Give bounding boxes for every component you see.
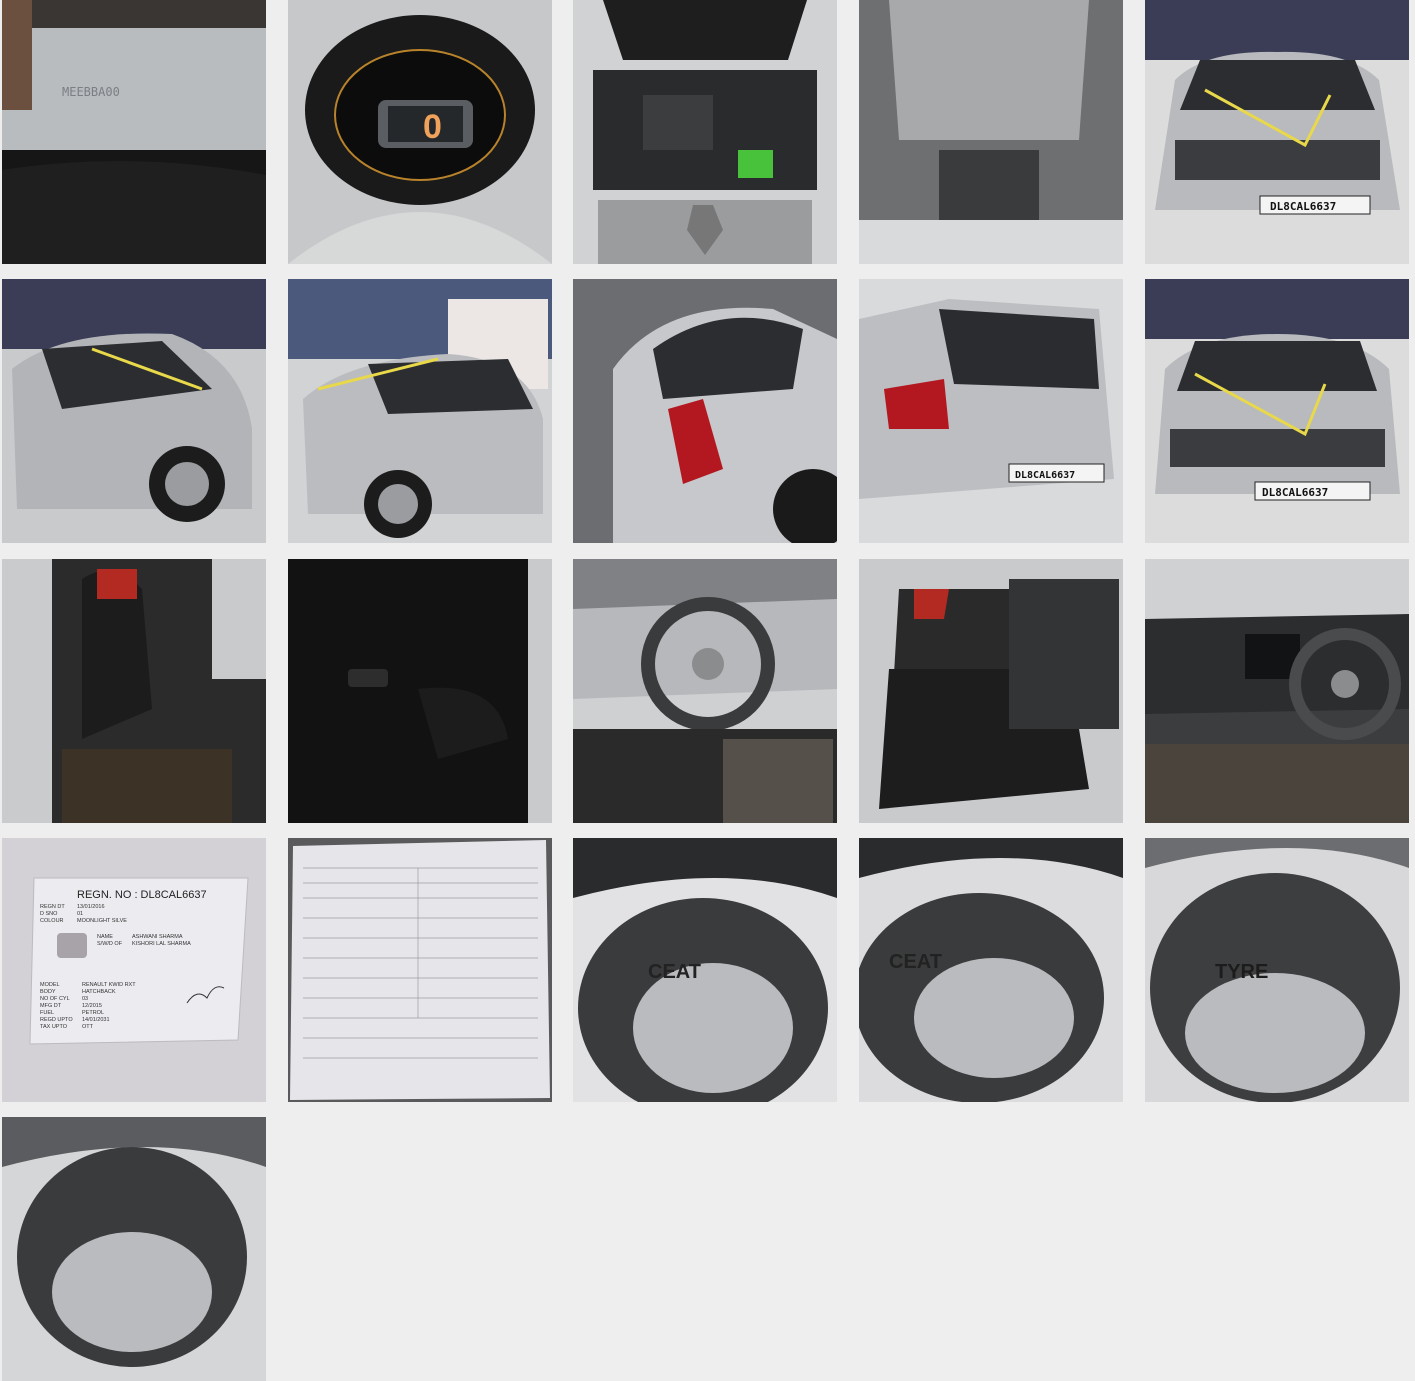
field-value: 01 [77, 911, 83, 917]
dashboard-photo[interactable] [1145, 559, 1409, 823]
field-value: OTT [82, 1024, 94, 1030]
field-label: MFG DT [40, 1003, 62, 1009]
door-panel-photo[interactable] [288, 559, 552, 823]
field-label: FUEL [40, 1010, 54, 1016]
field-label: MODEL [40, 982, 60, 988]
field-value: KISHORI LAL SHARMA [132, 941, 191, 947]
tyre-front-right-photo[interactable]: CEAT [859, 838, 1123, 1102]
field-label: TAX UPTO [40, 1024, 68, 1030]
document-photo[interactable] [288, 838, 552, 1102]
instrument-cluster-photo[interactable]: 0 [288, 0, 552, 264]
dashboard-driver-photo[interactable] [573, 559, 837, 823]
front-left-view-photo[interactable] [2, 279, 266, 543]
field-value: MOONLIGHT SILVE [77, 918, 127, 924]
front-left-angle-photo[interactable] [288, 279, 552, 543]
registration-number-title: REGN. NO : DL8CAL6637 [77, 889, 207, 901]
plate-text: DL8CAL6637 [1270, 200, 1336, 213]
field-value: 03 [82, 996, 88, 1002]
engine-bay-photo[interactable] [573, 0, 837, 264]
registration-card-photo[interactable]: REGN. NO : DL8CAL6637 REGN DT 13/01/2016… [2, 838, 266, 1102]
field-label: COLOUR [40, 918, 64, 924]
plate-text: DL8CAL6637 [1262, 486, 1328, 499]
field-value: 12/2015 [82, 1003, 102, 1009]
tyre-brand-text: CEAT [648, 961, 701, 983]
rear-view-photo[interactable]: DL8CAL6637 [859, 279, 1123, 543]
field-label: D SNO [40, 911, 58, 917]
plate-text: DL8CAL6637 [1015, 470, 1075, 481]
field-value: 14/01/2031 [82, 1017, 110, 1023]
tyre-rear-left-photo[interactable]: TYRE [1145, 838, 1409, 1102]
tyre-text: TYRE [1215, 961, 1268, 983]
tyre-rear-right-photo[interactable] [2, 1117, 266, 1381]
field-label: NO OF CYL [40, 996, 70, 1002]
field-value: RENAULT KWID RXT [82, 982, 136, 988]
field-label: BODY [40, 989, 56, 995]
photo-gallery: MEEBBA00 0 DL8CAL6637 DL8CAL6637 DL8CAL6… [0, 0, 1415, 1381]
chassis-number-photo[interactable]: MEEBBA00 [2, 0, 266, 264]
underbody-photo[interactable] [859, 0, 1123, 264]
rear-seat-photo[interactable] [859, 559, 1123, 823]
field-label: REGD UPTO [40, 1017, 73, 1023]
field-value: HATCHBACK [82, 989, 116, 995]
field-label: NAME [97, 934, 113, 940]
field-label: REGN DT [40, 904, 65, 910]
field-label: S/W/D OF [97, 941, 123, 947]
field-value: 13/01/2016 [77, 904, 105, 910]
field-value: ASHWANI SHARMA [132, 934, 183, 940]
chassis-number-text: MEEBBA00 [62, 85, 120, 99]
tyre-brand-text: CEAT [889, 951, 942, 973]
front-view-2-photo[interactable]: DL8CAL6637 [1145, 279, 1409, 543]
field-value: PETROL [82, 1010, 104, 1016]
speed-readout: 0 [423, 108, 442, 146]
front-seat-photo[interactable] [2, 559, 266, 823]
tyre-front-left-photo[interactable]: CEAT [573, 838, 837, 1102]
rear-left-view-photo[interactable] [573, 279, 837, 543]
front-view-photo[interactable]: DL8CAL6637 [1145, 0, 1409, 264]
